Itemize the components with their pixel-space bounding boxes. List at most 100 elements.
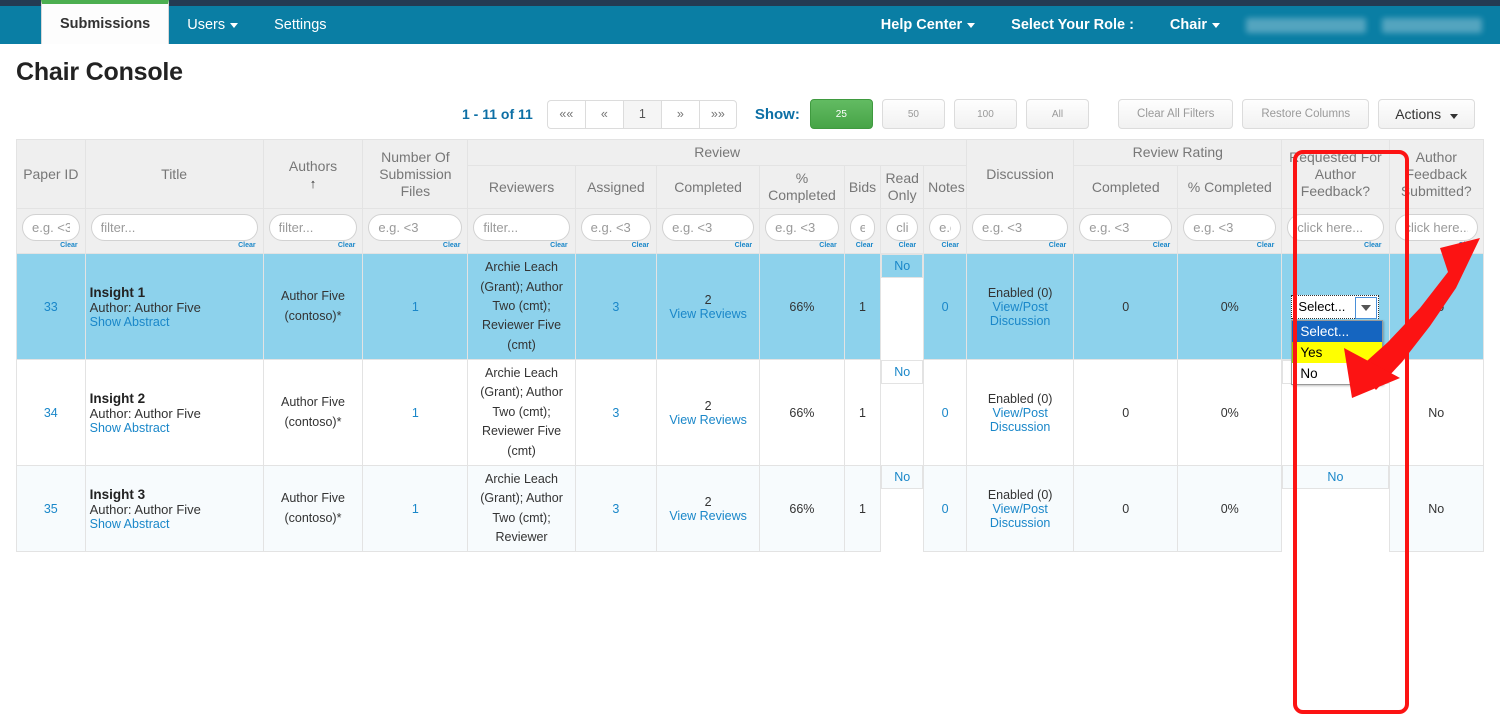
cell-assigned[interactable]: 3	[574, 359, 658, 466]
col-number-of-submission-files[interactable]: Number Of Submission Files	[362, 138, 469, 210]
cell-read-only[interactable]: No	[881, 465, 924, 490]
filter-input-discussion[interactable]	[972, 214, 1069, 242]
filter-clear-paper-id[interactable]: Clear	[22, 241, 80, 251]
filter-input-authors[interactable]	[268, 214, 358, 242]
col-read-only[interactable]: Read Only	[880, 165, 925, 210]
nav-tab-settings[interactable]: Settings	[256, 6, 344, 44]
col-reviewers[interactable]: Reviewers	[467, 165, 576, 210]
filter-clear-assigned[interactable]: Clear	[581, 241, 651, 251]
filter-clear-feedback-submitted[interactable]: Clear	[1395, 241, 1478, 251]
pager-page-1-button[interactable]: 1	[622, 99, 661, 129]
col-bids[interactable]: Bids	[843, 165, 882, 210]
page-size-25-button[interactable]: 25	[809, 99, 873, 129]
option-no[interactable]: No	[1292, 363, 1382, 384]
select-dropdown-arrow-icon[interactable]	[1355, 296, 1378, 319]
cell-assigned[interactable]: 3	[574, 464, 658, 553]
cell-read-only[interactable]: No	[881, 254, 924, 279]
col-review-pct-completed[interactable]: % Completed	[759, 165, 845, 210]
pager-last-button[interactable]: »»	[698, 99, 737, 129]
col-author-feedback-submitted[interactable]: Author Feedback Submitted?	[1388, 138, 1485, 210]
requested-feedback-select-wrapper[interactable]: Select... Select... Yes No	[1291, 294, 1384, 385]
cell-requested-feedback[interactable]: No	[1282, 465, 1389, 490]
filter-clear-review-pct[interactable]: Clear	[765, 241, 839, 251]
nav-tab-submissions[interactable]: Submissions	[41, 0, 170, 44]
filter-input-requested-feedback[interactable]	[1287, 214, 1384, 242]
col-notes[interactable]: Notes	[923, 165, 968, 210]
col-requested-for-author-feedback[interactable]: Requested For Author Feedback?	[1281, 138, 1390, 210]
filter-input-reviewers[interactable]	[473, 214, 570, 242]
filter-input-notes[interactable]	[929, 214, 962, 242]
filter-clear-notes[interactable]: Clear	[929, 241, 961, 251]
option-select[interactable]: Select...	[1292, 320, 1383, 342]
filter-input-rating-completed[interactable]	[1079, 214, 1173, 242]
pager-prev-button[interactable]: «	[584, 99, 623, 129]
cell-assigned[interactable]: 3	[574, 253, 658, 361]
filter-clear-read-only[interactable]: Clear	[886, 241, 918, 251]
show-abstract-link[interactable]: Show Abstract	[90, 421, 259, 435]
nav-tab-users[interactable]: Users	[169, 6, 256, 44]
pager-next-button[interactable]: »	[660, 99, 699, 129]
cell-notes[interactable]: 0	[923, 253, 968, 361]
filter-clear-rating-pct[interactable]: Clear	[1183, 241, 1276, 251]
filter-input-read-only[interactable]	[886, 214, 919, 242]
filter-clear-requested-feedback[interactable]: Clear	[1287, 241, 1383, 251]
requested-feedback-option-list[interactable]: Select... Yes No	[1291, 319, 1384, 385]
cell-notes[interactable]: 0	[923, 464, 968, 553]
filter-clear-num-files[interactable]: Clear	[368, 241, 462, 251]
filter-clear-reviewers[interactable]: Clear	[473, 241, 569, 251]
discussion-status: Enabled (0)	[987, 487, 1053, 502]
filter-input-paper-id[interactable]	[22, 214, 80, 242]
cell-num-files[interactable]: 1	[362, 253, 469, 361]
filter-clear-bids[interactable]: Clear	[850, 241, 875, 251]
cell-feedback-submitted: No	[1388, 464, 1485, 553]
filter-input-review-completed[interactable]	[662, 214, 755, 242]
pager-first-button[interactable]: ««	[546, 99, 585, 129]
filter-clear-discussion[interactable]: Clear	[972, 241, 1068, 251]
col-rating-pct-completed[interactable]: % Completed	[1177, 165, 1283, 210]
filter-input-rating-pct[interactable]	[1183, 214, 1277, 242]
col-paper-id[interactable]: Paper ID	[16, 138, 86, 210]
cell-read-only[interactable]: No	[881, 360, 924, 385]
nav-role-selector[interactable]: Chair	[1152, 6, 1238, 44]
filter-input-assigned[interactable]	[580, 214, 652, 242]
view-post-discussion-link[interactable]: View/Post Discussion	[971, 502, 1069, 530]
view-reviews-link[interactable]: View Reviews	[661, 413, 755, 427]
col-authors[interactable]: Authors ↑	[262, 138, 364, 210]
actions-button[interactable]: Actions	[1378, 99, 1475, 129]
show-abstract-link[interactable]: Show Abstract	[90, 517, 259, 531]
cell-notes[interactable]: 0	[923, 359, 968, 466]
show-abstract-link[interactable]: Show Abstract	[90, 315, 259, 329]
col-rating-completed[interactable]: Completed	[1073, 165, 1179, 210]
col-assigned[interactable]: Assigned	[574, 165, 658, 210]
restore-columns-button[interactable]: Restore Columns	[1242, 99, 1370, 129]
filter-input-review-pct[interactable]	[765, 214, 839, 242]
page-size-50-button[interactable]: 50	[881, 99, 945, 129]
table-row[interactable]: 35 Insight 3 Author: Author Five Show Ab…	[16, 464, 1485, 553]
view-reviews-link[interactable]: View Reviews	[661, 509, 755, 523]
table-row[interactable]: 34 Insight 2 Author: Author Five Show Ab…	[16, 359, 1485, 466]
filter-input-bids[interactable]	[849, 214, 876, 242]
view-post-discussion-link[interactable]: View/Post Discussion	[971, 406, 1069, 434]
requested-feedback-select[interactable]: Select...	[1291, 294, 1380, 319]
col-title[interactable]: Title	[84, 138, 264, 210]
cell-num-files[interactable]: 1	[362, 464, 469, 553]
view-reviews-link[interactable]: View Reviews	[661, 307, 755, 321]
view-post-discussion-link[interactable]: View/Post Discussion	[971, 300, 1069, 328]
filter-input-num-files[interactable]	[368, 214, 463, 242]
filter-clear-authors[interactable]: Clear	[269, 241, 358, 251]
filter-clear-rating-completed[interactable]: Clear	[1079, 241, 1172, 251]
filter-clear-title[interactable]: Clear	[91, 241, 258, 251]
page-size-all-button[interactable]: All	[1025, 99, 1090, 129]
cell-requested-feedback[interactable]: Select... Select... Yes No	[1281, 253, 1390, 385]
filter-input-feedback-submitted[interactable]	[1394, 214, 1478, 242]
cell-num-files[interactable]: 1	[362, 359, 469, 466]
col-discussion[interactable]: Discussion	[966, 138, 1075, 210]
clear-all-filters-button[interactable]: Clear All Filters	[1118, 99, 1234, 129]
table-row[interactable]: 33 Insight 1 Author: Author Five Show Ab…	[16, 253, 1485, 385]
filter-input-title[interactable]	[90, 214, 258, 242]
filter-clear-review-completed[interactable]: Clear	[662, 241, 754, 251]
option-yes[interactable]: Yes	[1292, 341, 1383, 363]
nav-help-center[interactable]: Help Center	[863, 6, 993, 44]
page-size-100-button[interactable]: 100	[953, 99, 1017, 129]
col-review-completed[interactable]: Completed	[656, 165, 761, 210]
